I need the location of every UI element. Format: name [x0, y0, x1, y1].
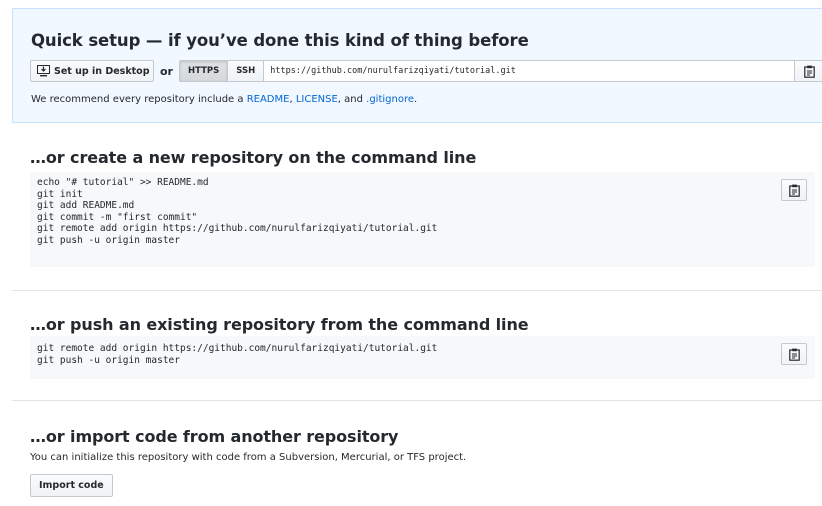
import-code-description: You can initialize this repository with … — [30, 452, 467, 463]
license-link[interactable]: LICENSE — [296, 94, 338, 105]
quick-setup-title: Quick setup — if you’ve done this kind o… — [31, 31, 529, 50]
gitignore-link[interactable]: .gitignore — [366, 94, 414, 105]
recommend-sep-2: , and — [337, 94, 367, 105]
import-code-section: …or import code from another repository … — [12, 401, 822, 506]
push-repo-section: …or push an existing repository from the… — [12, 291, 822, 401]
copy-push-commands-button[interactable] — [781, 343, 807, 365]
push-repo-title: …or push an existing repository from the… — [30, 315, 529, 334]
https-protocol-button[interactable]: HTTPS — [178, 60, 229, 82]
import-code-title: …or import code from another repository — [30, 427, 399, 446]
push-repo-code[interactable]: git remote add origin https://github.com… — [37, 343, 437, 366]
readme-link[interactable]: README — [247, 94, 290, 105]
clippy-icon — [803, 65, 815, 78]
clone-url-row: Set up in Desktop or HTTPS SSH https://g… — [30, 60, 822, 82]
ssh-protocol-button[interactable]: SSH — [228, 60, 265, 82]
copy-url-button[interactable] — [795, 60, 822, 82]
push-repo-code-box: git remote add origin https://github.com… — [30, 336, 815, 379]
create-repo-code[interactable]: echo "# tutorial" >> README.md git init … — [37, 177, 437, 246]
recommend-text: We recommend every repository include a … — [31, 94, 417, 105]
setup-in-desktop-button[interactable]: Set up in Desktop — [30, 60, 154, 82]
create-repo-section: …or create a new repository on the comma… — [12, 123, 822, 291]
import-code-button[interactable]: Import code — [30, 474, 113, 497]
or-text: or — [160, 64, 173, 78]
quick-setup-section: Quick setup — if you’ve done this kind o… — [12, 8, 822, 123]
clippy-icon — [788, 348, 800, 361]
create-repo-title: …or create a new repository on the comma… — [30, 148, 477, 167]
copy-create-commands-button[interactable] — [781, 179, 807, 201]
desktop-download-icon — [37, 65, 50, 77]
clone-url-input[interactable]: https://github.com/nurulfarizqiyati/tuto… — [264, 60, 796, 82]
create-repo-code-box: echo "# tutorial" >> README.md git init … — [30, 172, 815, 267]
recommend-suffix: . — [414, 94, 418, 105]
setup-in-desktop-label: Set up in Desktop — [54, 65, 150, 77]
clippy-icon — [788, 184, 800, 197]
recommend-prefix: We recommend every repository include a — [31, 94, 247, 105]
